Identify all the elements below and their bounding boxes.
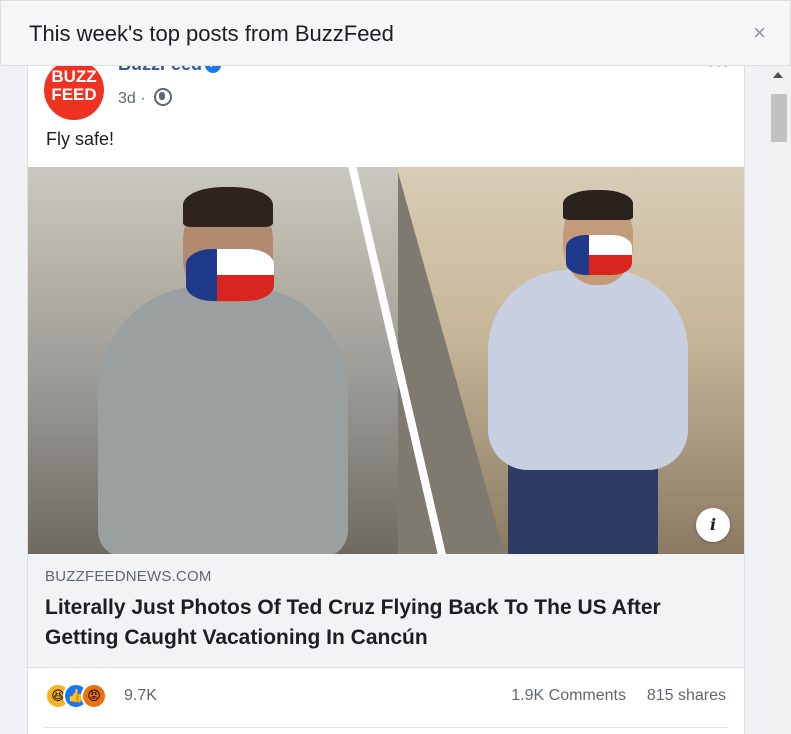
texas-flag-mask-left	[186, 249, 274, 301]
reaction-count[interactable]: 9.7K	[124, 687, 157, 705]
dialog-title: This week's top posts from BuzzFeed	[29, 21, 394, 46]
page-name[interactable]: BuzzFeed	[118, 66, 202, 74]
post-meta: 3d ·	[118, 88, 173, 108]
avatar-text-feed: FEED	[51, 85, 97, 104]
top-posts-dialog: This week's top posts from BuzzFeed × BU…	[0, 0, 791, 734]
avatar-text-buzz: BUZZ	[51, 67, 97, 86]
texas-flag-mask-right	[566, 235, 632, 275]
divider	[44, 727, 728, 728]
globe-icon	[154, 88, 173, 106]
post-text: Fly safe!	[46, 129, 115, 149]
post-time-link[interactable]: 3d	[118, 90, 136, 107]
page-name-link[interactable]: BuzzFeed✓	[118, 66, 222, 75]
scroll-up-arrow-icon[interactable]	[773, 72, 783, 78]
comments-count[interactable]: 1.9K Comments	[511, 687, 626, 705]
scrollbar[interactable]	[767, 66, 791, 734]
link-domain: BUZZFEEDNEWS.COM	[45, 568, 212, 585]
info-icon[interactable]: i	[696, 508, 730, 542]
person-right-figure	[468, 185, 718, 554]
person-right-shirt	[488, 270, 688, 470]
person-left-shirt	[98, 287, 348, 554]
avatar[interactable]: BUZZ FEED	[44, 66, 104, 120]
verified-badge-icon: ✓	[205, 66, 222, 73]
scroll-thumb[interactable]	[771, 94, 787, 142]
post-card: BUZZ FEED BuzzFeed✓ ••• 3d · Fly safe!	[27, 66, 745, 734]
person-left-figure	[88, 187, 348, 554]
posts-scroll-area[interactable]: BUZZ FEED BuzzFeed✓ ••• 3d · Fly safe!	[0, 66, 766, 734]
person-right-hair	[563, 190, 633, 220]
person-left-hair	[183, 187, 273, 227]
more-options-icon[interactable]: •••	[708, 66, 730, 75]
shares-count[interactable]: 815 shares	[647, 687, 726, 705]
link-preview-image[interactable]: i	[28, 167, 744, 554]
meta-separator: ·	[140, 90, 146, 107]
link-preview[interactable]: BUZZFEEDNEWS.COM Literally Just Photos O…	[28, 554, 744, 668]
engagement-bar: 😆 👍 😡 9.7K 1.9K Comments 815 shares	[28, 667, 744, 727]
link-title[interactable]: Literally Just Photos Of Ted Cruz Flying…	[45, 593, 725, 653]
close-icon[interactable]: ×	[753, 21, 766, 45]
angry-reaction-icon: 😡	[81, 683, 107, 709]
dialog-header: This week's top posts from BuzzFeed ×	[0, 0, 791, 66]
